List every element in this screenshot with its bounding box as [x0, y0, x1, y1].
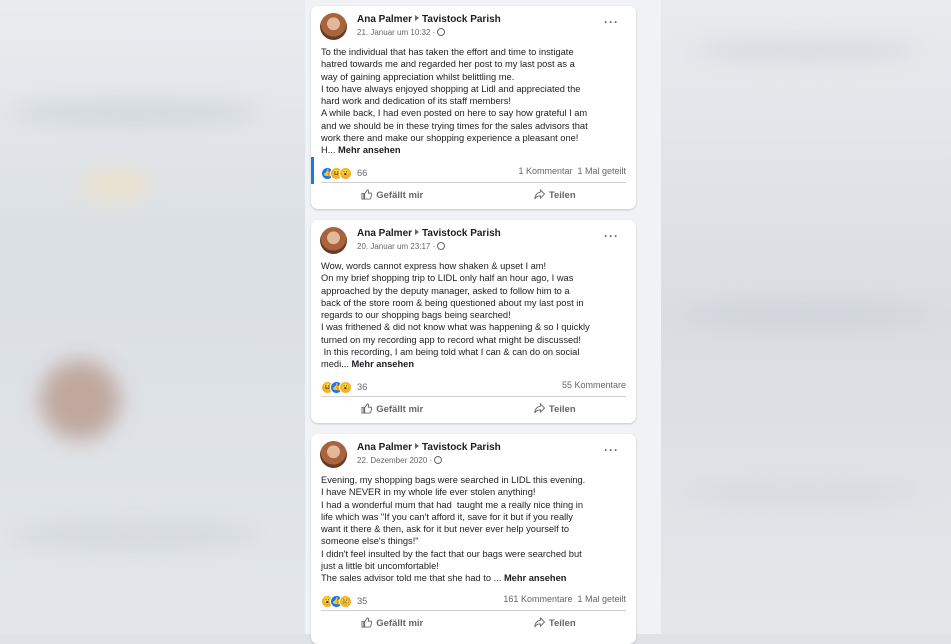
- wow-reaction-icon: 😮: [339, 166, 352, 180]
- share-count[interactable]: 1 Mal geteilt: [577, 166, 626, 176]
- like-label: Gefällt mir: [376, 190, 424, 202]
- comment-count[interactable]: 161 Kommentare: [503, 594, 572, 604]
- news-feed: Ana Palmer Tavistock Parish 21. Januar um…: [305, 0, 661, 644]
- post-card: Ana Palmer Tavistock Parish 22. Dezember …: [311, 434, 636, 644]
- post-meta: 22. Dezember 2020 ·: [357, 456, 443, 465]
- more-options-icon[interactable]: ···: [604, 443, 619, 457]
- post-actions: Gefällt mir Teilen: [311, 611, 636, 636]
- post-actions: Gefällt mir Teilen: [311, 397, 636, 422]
- engagement-stats: 1 Kommentar 1 Mal geteilt: [518, 166, 626, 176]
- reaction-count: 66: [357, 168, 368, 179]
- arrow-right-icon: [415, 229, 420, 235]
- author-name[interactable]: Ana Palmer: [357, 442, 412, 453]
- post-header: Ana Palmer Tavistock Parish 22. Dezember …: [311, 434, 636, 474]
- author-name[interactable]: Ana Palmer: [357, 14, 412, 25]
- post-text: Evening, my shopping bags were searched …: [321, 475, 586, 584]
- like-button[interactable]: Gefällt mir: [311, 617, 474, 629]
- avatar[interactable]: [320, 441, 347, 468]
- engagement-stats: 55 Kommentare: [562, 380, 626, 390]
- group-name[interactable]: Tavistock Parish: [422, 442, 501, 453]
- post-text: To the individual that has taken the eff…: [321, 47, 588, 156]
- reaction-count: 35: [357, 596, 368, 607]
- post-stats: 😮👍😢 35 161 Kommentare 1 Mal geteilt: [311, 588, 636, 610]
- post-body: Evening, my shopping bags were searched …: [311, 474, 636, 585]
- post-author-line: Ana Palmer Tavistock Parish: [357, 228, 501, 239]
- post-date[interactable]: 20. Januar um 23:17 ·: [357, 242, 435, 251]
- sad-reaction-icon: 😢: [339, 594, 352, 608]
- post-header: Ana Palmer Tavistock Parish 21. Januar um…: [311, 6, 636, 46]
- comment-count[interactable]: 1 Kommentar: [518, 166, 572, 176]
- share-button[interactable]: Teilen: [474, 616, 637, 630]
- arrow-right-icon: [415, 15, 420, 21]
- like-label: Gefällt mir: [376, 404, 424, 416]
- reaction-count: 36: [357, 382, 368, 393]
- post-author-line: Ana Palmer Tavistock Parish: [357, 14, 501, 25]
- globe-icon: [434, 456, 443, 464]
- engagement-stats: 161 Kommentare 1 Mal geteilt: [503, 594, 626, 604]
- post-card: Ana Palmer Tavistock Parish 21. Januar um…: [311, 6, 636, 209]
- share-arrow-icon: [534, 616, 546, 628]
- share-arrow-icon: [534, 188, 546, 200]
- arrow-right-icon: [415, 443, 420, 449]
- blurred-background-right: [661, 0, 951, 634]
- more-options-icon[interactable]: ···: [604, 15, 619, 29]
- globe-icon: [437, 242, 446, 250]
- share-button[interactable]: Teilen: [474, 188, 637, 202]
- more-options-icon[interactable]: ···: [604, 229, 619, 243]
- wow-reaction-icon: 😮: [339, 380, 352, 394]
- post-card: Ana Palmer Tavistock Parish 20. Januar um…: [311, 220, 636, 423]
- comment-count[interactable]: 55 Kommentare: [562, 380, 626, 390]
- post-author-line: Ana Palmer Tavistock Parish: [357, 442, 501, 453]
- group-name[interactable]: Tavistock Parish: [422, 14, 501, 25]
- post-meta: 20. Januar um 23:17 ·: [357, 242, 446, 251]
- post-date[interactable]: 21. Januar um 10:32 ·: [357, 28, 435, 37]
- thumbs-up-icon: [361, 617, 373, 628]
- share-arrow-icon: [534, 402, 546, 414]
- reaction-summary[interactable]: 😆👍😮 36: [321, 379, 368, 394]
- avatar[interactable]: [320, 13, 347, 40]
- share-count[interactable]: 1 Mal geteilt: [577, 594, 626, 604]
- avatar[interactable]: [320, 227, 347, 254]
- share-label: Teilen: [548, 618, 576, 630]
- like-button[interactable]: Gefällt mir: [311, 189, 474, 201]
- post-stats: 😆👍😮 36 55 Kommentare: [311, 374, 636, 396]
- reaction-summary[interactable]: 👍😆😮 66: [321, 165, 368, 180]
- see-more-link[interactable]: Mehr ansehen: [351, 359, 414, 369]
- post-body: Wow, words cannot express how shaken & u…: [311, 260, 636, 371]
- like-label: Gefällt mir: [376, 618, 424, 630]
- reaction-summary[interactable]: 😮👍😢 35: [321, 593, 368, 608]
- share-label: Teilen: [548, 404, 576, 416]
- post-body: To the individual that has taken the eff…: [311, 46, 636, 157]
- post-date[interactable]: 22. Dezember 2020 ·: [357, 456, 432, 465]
- share-button[interactable]: Teilen: [474, 402, 637, 416]
- author-name[interactable]: Ana Palmer: [357, 228, 412, 239]
- post-header: Ana Palmer Tavistock Parish 20. Januar um…: [311, 220, 636, 260]
- globe-icon: [437, 28, 446, 36]
- post-stats: 👍😆😮 66 1 Kommentar 1 Mal geteilt: [311, 160, 636, 182]
- like-button[interactable]: Gefällt mir: [311, 403, 474, 415]
- see-more-link[interactable]: Mehr ansehen: [338, 145, 401, 155]
- share-label: Teilen: [548, 190, 576, 202]
- blurred-background-left: [0, 0, 305, 634]
- post-text: Wow, words cannot express how shaken & u…: [321, 261, 590, 370]
- thumbs-up-icon: [361, 189, 373, 200]
- post-actions: Gefällt mir Teilen: [311, 183, 636, 208]
- group-name[interactable]: Tavistock Parish: [422, 228, 501, 239]
- post-meta: 21. Januar um 10:32 ·: [357, 28, 446, 37]
- thumbs-up-icon: [361, 403, 373, 414]
- see-more-link[interactable]: Mehr ansehen: [504, 573, 567, 583]
